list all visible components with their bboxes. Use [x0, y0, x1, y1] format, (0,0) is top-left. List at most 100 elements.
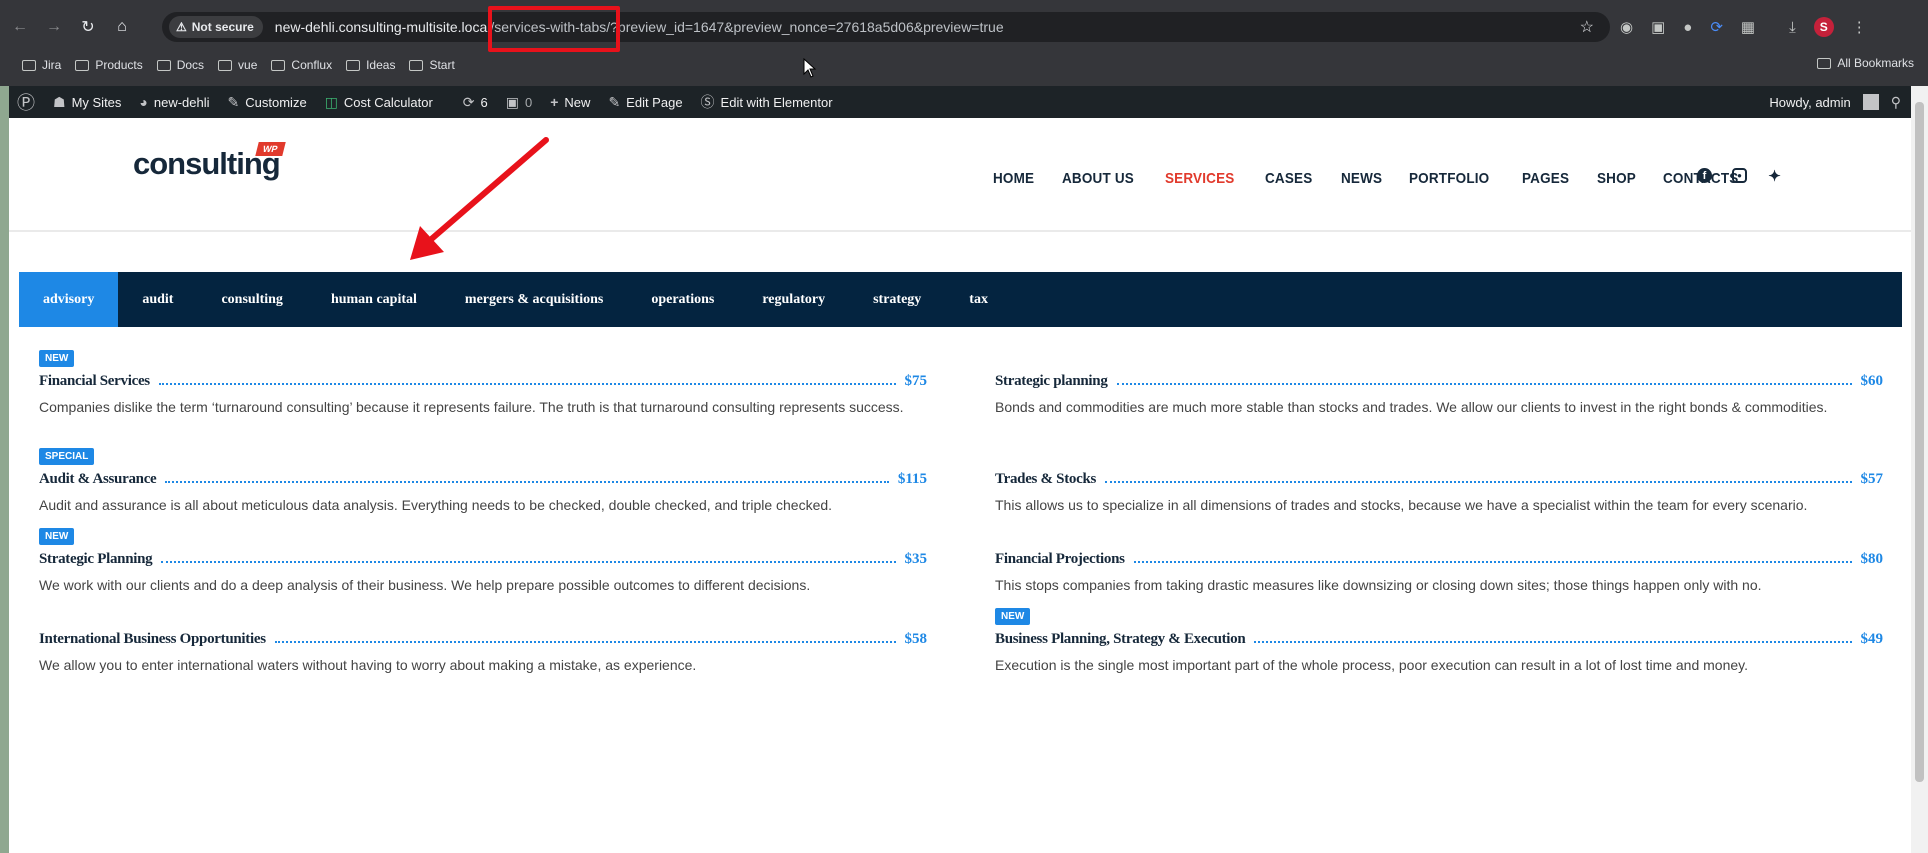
service-price: $57 [1860, 471, 1884, 487]
profile-avatar[interactable]: S [1813, 17, 1834, 37]
plus-icon: + [550, 94, 559, 110]
my-sites-label: My Sites [71, 94, 122, 110]
twitter-icon[interactable]: ✦ [1767, 168, 1782, 185]
tab-advisory[interactable]: advisory [19, 272, 119, 327]
tab-mergers-acquisitions[interactable]: mergers & acquisitions [441, 272, 627, 327]
nav-link-portfolio[interactable]: PORTFOLIO [1409, 170, 1489, 187]
download-icon[interactable]: ⤓ [1789, 19, 1796, 36]
updates-link[interactable]: ⟳ 6 [463, 94, 488, 111]
customize-link[interactable]: ✎ Customize [228, 94, 307, 111]
dotted-leader [1254, 641, 1852, 643]
nav-link-shop[interactable]: SHOP [1597, 170, 1636, 187]
bookmark-label: Jira [42, 58, 62, 72]
tab-operations[interactable]: operations [627, 272, 738, 327]
screen-capture-icon[interactable]: ▣ [1651, 18, 1665, 36]
bookmark-star-icon[interactable]: ☆ [1580, 17, 1594, 37]
dotted-leader [161, 561, 896, 563]
bookmark-label: Docs [176, 58, 205, 72]
nav-link-pages[interactable]: PAGES [1522, 170, 1569, 187]
home-icon[interactable]: ⌂ [108, 13, 136, 41]
instagram-icon[interactable]: ● [1732, 168, 1747, 183]
folder-icon [75, 59, 90, 71]
service-title[interactable]: Trades & Stocks [995, 471, 1096, 488]
puzzle-icon[interactable]: ▦ [1741, 18, 1755, 36]
scrollbar-thumb[interactable] [1915, 102, 1924, 782]
reload-icon[interactable]: ↻ [74, 13, 102, 41]
service-price: $35 [904, 551, 928, 567]
my-sites-menu[interactable]: ☗ My Sites [53, 94, 121, 111]
comments-count: 0 [525, 94, 533, 110]
page-scrollbar[interactable] [1911, 86, 1928, 853]
service-price: $75 [904, 373, 928, 389]
tab-tax[interactable]: tax [945, 272, 1012, 327]
cost-calculator-link[interactable]: ◫ Cost Calculator [325, 94, 433, 111]
service-header: Business Planning, Strategy & Execution $… [995, 628, 1883, 648]
service-description: Companies dislike the term ‘turnaround c… [39, 399, 904, 415]
service-item: NEW Business Planning, Strategy & Executi… [995, 606, 1883, 676]
tab-audit[interactable]: audit [118, 272, 197, 327]
brush-icon: ✎ [227, 93, 240, 110]
facebook-icon[interactable]: f [1697, 168, 1712, 183]
service-title[interactable]: Financial Services [39, 373, 150, 390]
admin-avatar[interactable] [1862, 94, 1879, 110]
refresh-extension-icon[interactable]: ⟳ [1710, 18, 1723, 36]
nav-link-news[interactable]: NEWS [1341, 170, 1382, 187]
wordpress-extension-icon[interactable]: ● [1683, 19, 1692, 36]
service-title[interactable]: Strategic planning [995, 373, 1108, 390]
tab-human-capital[interactable]: human capital [307, 272, 441, 327]
all-bookmarks[interactable]: All Bookmarks [1817, 56, 1914, 70]
service-title[interactable]: Audit & Assurance [39, 471, 157, 488]
nav-link-about-us[interactable]: ABOUT US [1062, 170, 1134, 187]
extensions-area: ◉ ▣ ● ⟳ ▦ ⤓ S ⋮ [1620, 12, 1867, 42]
tab-consulting[interactable]: consulting [197, 272, 306, 327]
site-name-menu[interactable]: ◕ new-dehli [139, 94, 209, 110]
bookmark-docs[interactable]: Docs [156, 58, 205, 72]
folder-icon [1817, 57, 1832, 69]
tab-regulatory[interactable]: regulatory [738, 272, 849, 327]
annotation-highlight-box [488, 6, 620, 52]
service-title[interactable]: Strategic Planning [39, 551, 153, 568]
new-content-menu[interactable]: + New [550, 94, 590, 110]
service-description: This allows us to specialize in all dime… [995, 497, 1808, 513]
tab-strategy[interactable]: strategy [849, 272, 945, 327]
service-item: International Business Opportunities $58 W… [39, 606, 927, 676]
service-title[interactable]: International Business Opportunities [39, 631, 266, 648]
forward-icon[interactable]: → [40, 13, 68, 41]
dashboard-icon: ◕ [139, 94, 148, 110]
bookmark-label: Start [429, 58, 455, 72]
bookmark-vue[interactable]: vue [218, 58, 257, 72]
url-text[interactable]: new-dehli.consulting-multisite.local/ser… [275, 19, 1004, 35]
service-badge: NEW [39, 528, 75, 545]
bookmark-ideas[interactable]: Ideas [346, 58, 395, 72]
bookmark-start[interactable]: Start [409, 58, 455, 72]
address-bar[interactable]: ⚠ Not secure new-dehli.consulting-multis… [162, 12, 1610, 42]
service-header: Financial Services $75 [39, 370, 927, 390]
service-description: Audit and assurance is all about meticul… [39, 497, 833, 513]
wp-admin-bar: Ⓟ ☗ My Sites ◕ new-dehli ✎ Customize ◫ Cost … [9, 86, 1911, 118]
bookmark-products[interactable]: Products [75, 58, 143, 72]
security-chip[interactable]: ⚠ Not secure [169, 16, 263, 38]
web-page: Ⓟ ☗ My Sites ◕ new-dehli ✎ Customize ◫ Cost … [9, 86, 1911, 853]
browser-menu-icon[interactable]: ⋮ [1852, 18, 1867, 36]
service-title[interactable]: Financial Projections [995, 551, 1125, 568]
service-item: SPECIAL Audit & Assurance $115 Audit and as… [39, 446, 927, 516]
back-icon[interactable]: ← [6, 13, 34, 41]
service-title[interactable]: Business Planning, Strategy & Execution [995, 631, 1246, 648]
nav-link-services[interactable]: SERVICES [1165, 170, 1234, 187]
nav-link-home[interactable]: HOME [993, 170, 1034, 187]
service-description: This stops companies from taking drastic… [995, 577, 1762, 593]
edit-elementor-link[interactable]: Ⓢ Edit with Elementor [701, 92, 833, 112]
service-badge: SPECIAL [39, 448, 95, 465]
site-header: consulting WP HOME ABOUT US SERVICES CASES N… [9, 118, 1911, 232]
edit-page-link[interactable]: ✎ Edit Page [608, 94, 682, 111]
comments-link[interactable]: ▣ 0 [506, 94, 532, 111]
site-logo[interactable]: consulting WP [133, 142, 286, 182]
service-description: We allow you to enter international wate… [39, 657, 697, 673]
search-icon[interactable]: ⚲ [1891, 94, 1901, 111]
howdy-account-menu[interactable]: Howdy, admin [1769, 95, 1850, 110]
bookmark-conflux[interactable]: Conflux [271, 58, 332, 72]
camera-icon[interactable]: ◉ [1620, 18, 1633, 36]
nav-link-cases[interactable]: CASES [1265, 170, 1312, 187]
bookmark-jira[interactable]: Jira [22, 58, 61, 72]
wordpress-logo-icon[interactable]: Ⓟ [17, 89, 35, 115]
